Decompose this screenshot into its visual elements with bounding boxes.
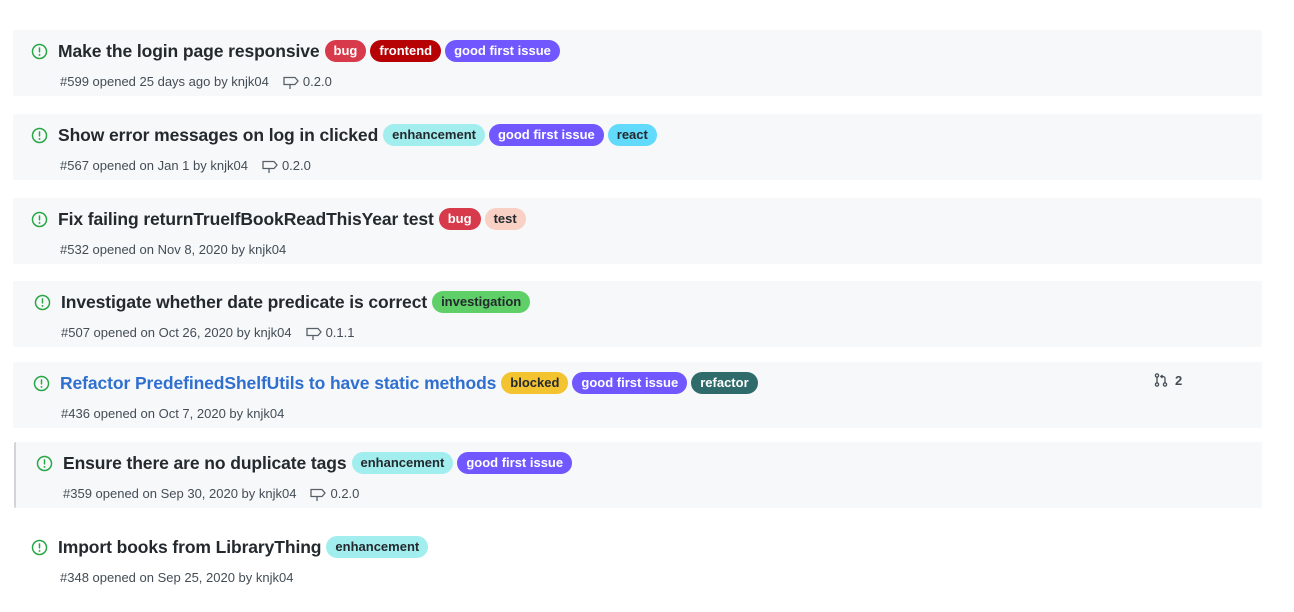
label-blocked[interactable]: blocked <box>501 372 569 394</box>
issue-title[interactable]: Ensure there are no duplicate tags <box>63 453 347 474</box>
label-enhancement[interactable]: enhancement <box>326 536 429 558</box>
issue-opened-icon <box>36 455 53 472</box>
label-bug[interactable]: bug <box>324 40 367 62</box>
issue-meta: #532 opened on Nov 8, 2020 by knjk04 <box>60 242 286 257</box>
issue-opened-icon <box>31 43 48 60</box>
milestone-label[interactable]: 0.2.0 <box>282 158 311 173</box>
issue-meta: #507 opened on Oct 26, 2020 by knjk04 0.… <box>61 325 355 340</box>
milestone-label[interactable]: 0.2.0 <box>330 486 359 501</box>
issue-meta: #436 opened on Oct 7, 2020 by knjk04 <box>61 406 284 421</box>
label-frontend[interactable]: frontend <box>370 40 442 62</box>
issue-title[interactable]: Make the login page responsive <box>58 41 320 62</box>
milestone-icon <box>283 76 299 89</box>
issue-row[interactable]: Investigate whether date predicate is co… <box>13 281 1262 347</box>
milestone-link[interactable]: 0.2.0 <box>261 158 311 173</box>
milestone-icon <box>310 488 327 501</box>
issue-opened-info: #348 opened on Sep 25, 2020 by knjk04 <box>60 570 294 585</box>
milestone-link[interactable]: 0.2.0 <box>282 74 332 89</box>
label-test[interactable]: test <box>484 208 526 230</box>
issue-opened-info: #567 opened on Jan 1 by knjk04 <box>60 158 248 173</box>
issue-opened-info: #532 opened on Nov 8, 2020 by knjk04 <box>60 242 287 257</box>
issue-meta: #359 opened on Sep 30, 2020 by knjk04 0.… <box>63 486 359 501</box>
milestone-link[interactable]: 0.1.1 <box>305 325 355 340</box>
label-bug[interactable]: bug <box>438 208 481 230</box>
issue-opened-info: #436 opened on Oct 7, 2020 by knjk04 <box>61 406 285 421</box>
git-pull-request-icon <box>1154 373 1168 387</box>
issue-opened-icon <box>33 375 50 392</box>
issue-row[interactable]: Show error messages on log in clicked en… <box>13 114 1262 180</box>
label-enhancement[interactable]: enhancement <box>351 452 454 474</box>
label-investigation[interactable]: investigation <box>432 291 531 313</box>
label-good-first-issue[interactable]: good first issue <box>488 124 604 146</box>
label-good-first-issue[interactable]: good first issue <box>572 372 688 394</box>
label-good-first-issue[interactable]: good first issue <box>445 40 560 62</box>
issue-opened-info: #359 opened on Sep 30, 2020 by knjk04 <box>63 486 297 501</box>
issue-title[interactable]: Import books from LibraryThing <box>58 537 322 558</box>
milestone-icon <box>262 160 278 173</box>
issue-row[interactable]: Make the login page responsive bug front… <box>13 30 1262 96</box>
issue-opened-icon <box>34 294 51 311</box>
issue-title[interactable]: Investigate whether date predicate is co… <box>61 292 427 313</box>
milestone-icon <box>305 327 322 340</box>
issue-opened-icon <box>31 211 48 228</box>
issue-row[interactable]: Ensure there are no duplicate tags enhan… <box>14 442 1262 508</box>
milestone-label[interactable]: 0.1.1 <box>326 325 355 340</box>
issue-title[interactable]: Fix failing returnTrueIfBookReadThisYear… <box>58 209 434 230</box>
label-react[interactable]: react <box>607 124 657 146</box>
label-enhancement[interactable]: enhancement <box>383 124 485 146</box>
issue-opened-icon <box>31 127 48 144</box>
label-refactor[interactable]: refactor <box>691 372 758 394</box>
issue-title[interactable]: Refactor PredefinedShelfUtils to have st… <box>60 373 496 394</box>
issue-opened-info: #507 opened on Oct 26, 2020 by knjk04 <box>61 325 292 340</box>
issue-opened-icon <box>31 539 48 556</box>
issue-meta: #599 opened 25 days ago by knjk04 0.2.0 <box>60 74 332 89</box>
issue-row[interactable]: Import books from LibraryThing enhanceme… <box>13 526 1262 592</box>
linked-pull-requests[interactable]: 2 <box>1153 372 1182 388</box>
label-good-first-issue[interactable]: good first issue <box>457 452 573 474</box>
linked-pr-count[interactable]: 2 <box>1175 373 1182 388</box>
milestone-label[interactable]: 0.2.0 <box>303 74 332 89</box>
issue-opened-info: #599 opened 25 days ago by knjk04 <box>60 74 269 89</box>
issue-meta: #348 opened on Sep 25, 2020 by knjk04 <box>60 570 293 585</box>
issue-title[interactable]: Show error messages on log in clicked <box>58 125 378 146</box>
issue-row[interactable]: Fix failing returnTrueIfBookReadThisYear… <box>13 198 1262 264</box>
issue-row[interactable]: Refactor PredefinedShelfUtils to have st… <box>13 362 1262 428</box>
issue-meta: #567 opened on Jan 1 by knjk04 0.2.0 <box>60 158 311 173</box>
milestone-link[interactable]: 0.2.0 <box>309 486 359 501</box>
